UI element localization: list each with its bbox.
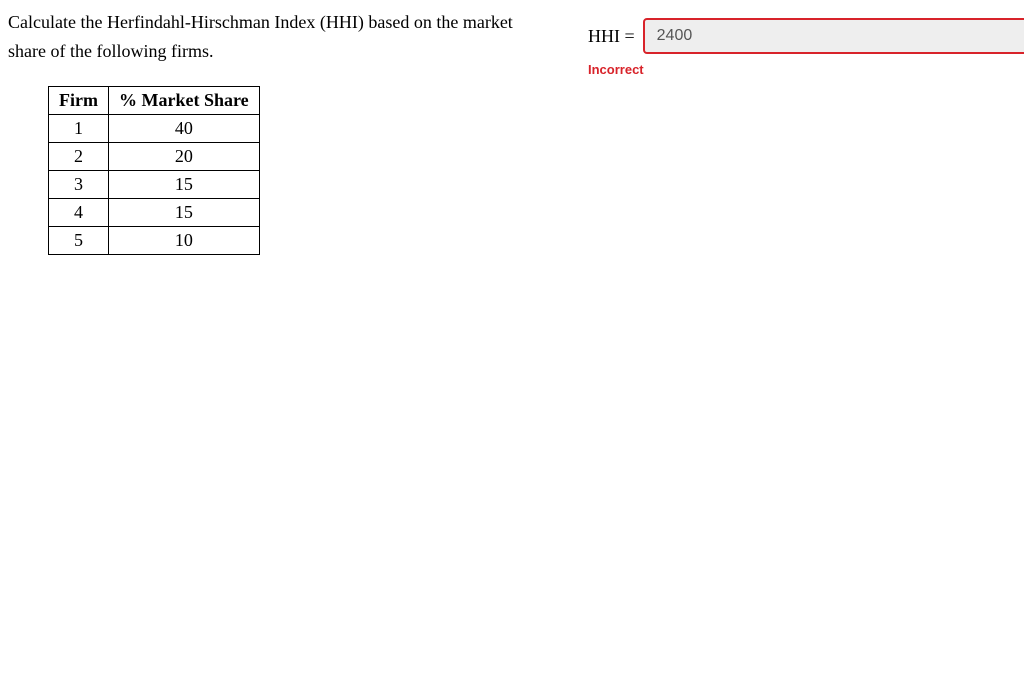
- table-row: 5 10: [49, 226, 260, 254]
- answer-row: HHI =: [588, 18, 1024, 54]
- cell-firm: 3: [49, 170, 109, 198]
- market-share-table: Firm % Market Share 1 40 2 20 3 15: [48, 86, 260, 255]
- table-row: 2 20: [49, 142, 260, 170]
- cell-firm: 1: [49, 114, 109, 142]
- cell-firm: 5: [49, 226, 109, 254]
- table-row: 1 40: [49, 114, 260, 142]
- answer-column: HHI = Incorrect: [588, 8, 1024, 255]
- cell-firm: 4: [49, 198, 109, 226]
- cell-firm: 2: [49, 142, 109, 170]
- table-row: 4 15: [49, 198, 260, 226]
- table-row: 3 15: [49, 170, 260, 198]
- answer-label: HHI =: [588, 26, 635, 47]
- feedback-text: Incorrect: [588, 62, 1024, 77]
- table-header-firm: Firm: [49, 86, 109, 114]
- cell-share: 20: [108, 142, 259, 170]
- hhi-input[interactable]: [643, 18, 1024, 54]
- table-header-share: % Market Share: [108, 86, 259, 114]
- question-container: Calculate the Herfindahl-Hirschman Index…: [8, 8, 1024, 255]
- question-left-column: Calculate the Herfindahl-Hirschman Index…: [8, 8, 528, 255]
- cell-share: 10: [108, 226, 259, 254]
- cell-share: 15: [108, 198, 259, 226]
- question-text: Calculate the Herfindahl-Hirschman Index…: [8, 8, 528, 66]
- cell-share: 40: [108, 114, 259, 142]
- cell-share: 15: [108, 170, 259, 198]
